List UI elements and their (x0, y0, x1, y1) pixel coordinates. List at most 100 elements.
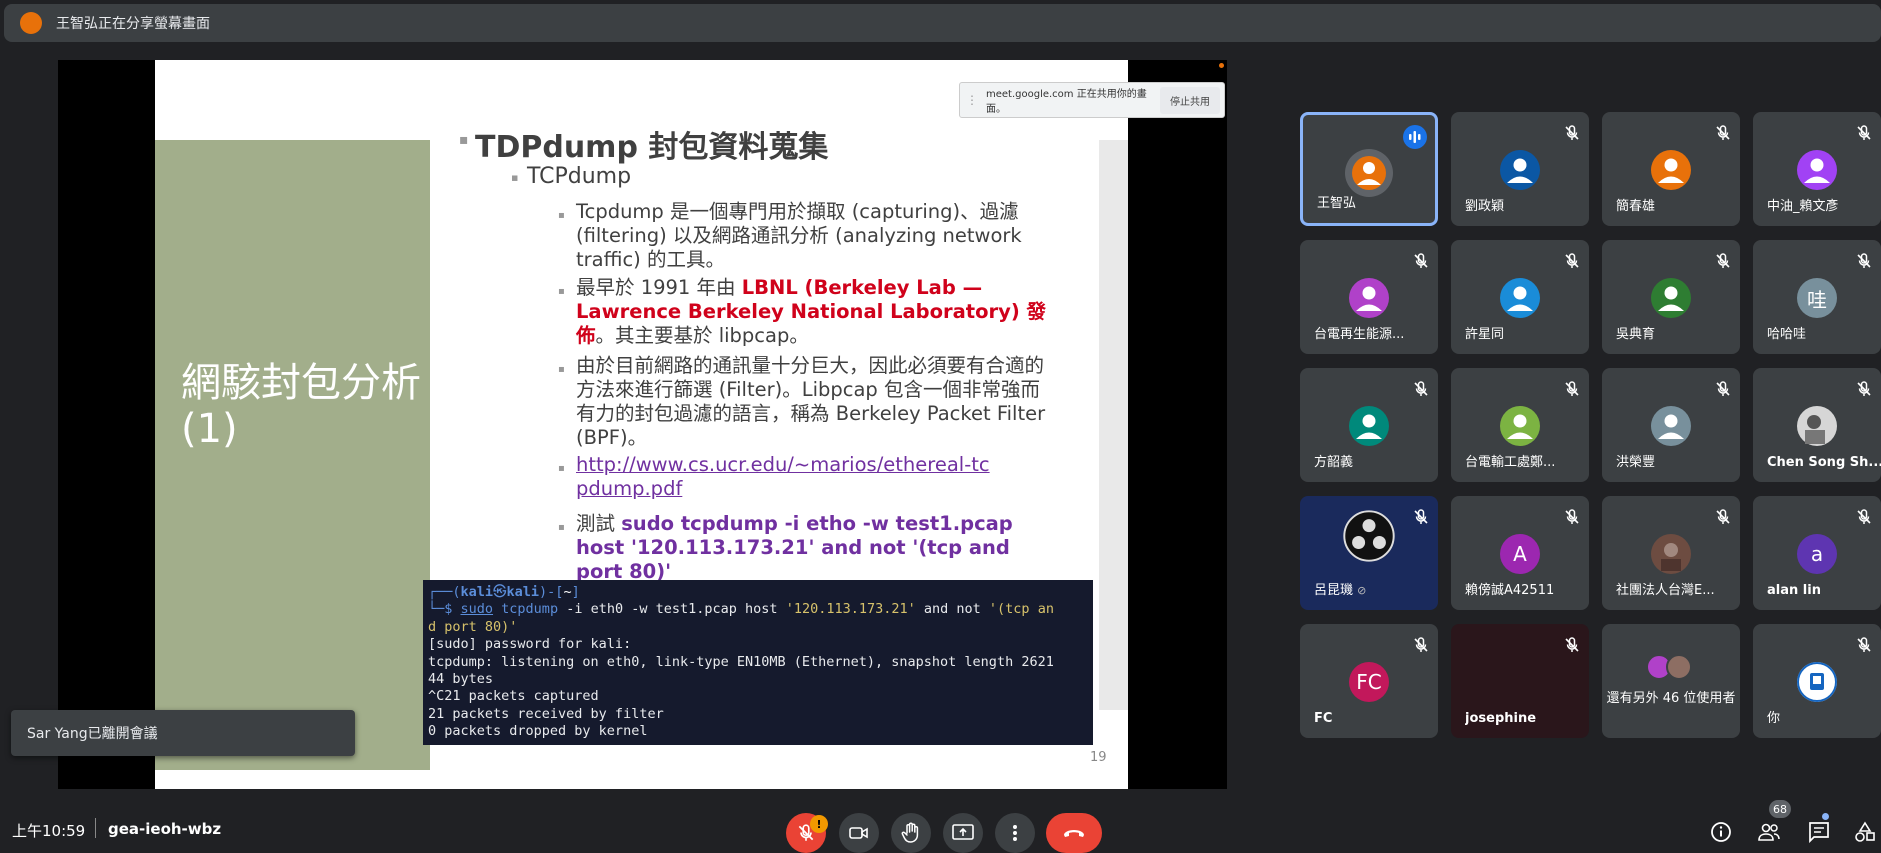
slide-right-strip (1099, 140, 1128, 710)
participant-tile[interactable]: 吳典育 (1602, 240, 1740, 354)
participant-name: 社團法人台灣E... (1616, 583, 1715, 598)
slide-section-panel (155, 140, 430, 770)
person-icon (1651, 150, 1691, 190)
avatar (1500, 406, 1540, 446)
participant-name: 你 (1767, 711, 1781, 726)
participant-name: 哈哈哇 (1767, 327, 1807, 342)
terminal-screenshot: ┌──(kali㉿kali)-[~] └─$ sudo tcpdump -i e… (423, 580, 1093, 745)
avatar: FC (1349, 662, 1389, 702)
mic-alert-badge: ! (810, 815, 828, 833)
participant-tile[interactable]: 呂昆璣 ⊘ (1300, 496, 1438, 610)
slide-link[interactable]: http://www.cs.ucr.edu/~marios/ethereal-t… (576, 453, 990, 500)
person-icon (1349, 406, 1389, 446)
participant-name: 王智弘 (1317, 196, 1357, 211)
participant-tile[interactable]: 哇 哈哈哇 (1753, 240, 1881, 354)
participant-tile[interactable]: 台電輸工處鄭... (1451, 368, 1589, 482)
recording-dot (1219, 63, 1224, 68)
participant-tile[interactable]: 中油_賴文彥 (1753, 112, 1881, 226)
chat-icon (1809, 822, 1829, 843)
participant-tile[interactable]: a alan lin (1753, 496, 1881, 610)
activities-button[interactable] (1851, 818, 1879, 846)
mic-off-icon (1565, 125, 1579, 140)
participant-tile[interactable]: 王智弘 (1300, 112, 1438, 226)
avatar (1349, 278, 1389, 318)
mic-off-icon (1414, 253, 1428, 268)
participant-name: FC (1314, 711, 1333, 726)
meeting-details-button[interactable] (1707, 818, 1735, 846)
mic-off-icon (1565, 637, 1579, 652)
mic-off-icon (1414, 381, 1428, 396)
video-camera-icon (849, 827, 868, 839)
raise-hand-button[interactable] (891, 813, 931, 853)
leave-call-button[interactable] (1046, 813, 1102, 853)
avatar (1349, 406, 1389, 446)
more-options-button[interactable] (995, 813, 1035, 853)
mic-off-icon (1857, 509, 1871, 524)
presenter-banner-text: 王智弘正在分享螢幕畫面 (56, 16, 210, 32)
participant-left-toast: Sar Yang已離開會議 (11, 710, 355, 756)
participant-tile[interactable]: FC FC (1300, 624, 1438, 738)
mic-off-icon (1716, 509, 1730, 524)
mic-off-icon (1857, 125, 1871, 140)
participant-tile[interactable]: A 賴傍誠A42511 (1451, 496, 1589, 610)
participant-tile[interactable]: 台電再生能源... (1300, 240, 1438, 354)
mic-off-icon (1716, 381, 1730, 396)
meeting-code: gea-ieoh-wbz (108, 820, 222, 838)
slide-bullet: ▪ http://www.cs.ucr.edu/~marios/ethereal-… (558, 453, 990, 500)
camera-toggle-button[interactable] (839, 813, 879, 853)
chat-button[interactable] (1805, 818, 1833, 846)
avatar-photo (1651, 534, 1691, 574)
participant-name: 簡春雄 (1616, 199, 1656, 214)
participant-tile[interactable]: 方韶義 (1300, 368, 1438, 482)
screen-share-notification: ⋮ meet.google.com 正在共用你的畫面。 停止共用 (959, 82, 1225, 118)
hang-up-icon (1064, 830, 1084, 837)
more-participants-tile[interactable]: 還有另外 46 位使用者 (1602, 624, 1740, 738)
slide-heading: ▪ TDPdump 封包資料蒐集 (459, 130, 829, 165)
avatar: A (1500, 534, 1540, 574)
slide-bullet: ▪ 測試 sudo tcpdump -i etho -w test1.pcap h… (558, 512, 1013, 583)
slide-page-number: 19 (1090, 750, 1107, 765)
person-icon (1500, 406, 1540, 446)
slide-section-title: 網駭封包分析 (1) (181, 360, 421, 452)
participant-name: josephine (1465, 711, 1537, 726)
stop-sharing-button[interactable]: 停止共用 (1160, 86, 1220, 114)
participant-tile[interactable]: 簡春雄 (1602, 112, 1740, 226)
presenter-banner: 王智弘正在分享螢幕畫面 (4, 4, 1881, 42)
avatar (1651, 150, 1691, 190)
mic-off-icon (1565, 509, 1579, 524)
avatar (1797, 150, 1837, 190)
participants-button[interactable] (1755, 818, 1783, 846)
presentation-stage: 網駭封包分析 (1) ▪ TDPdump 封包資料蒐集 ▪ TCPdump ▪ Tcp… (58, 60, 1227, 789)
participant-tile[interactable]: 社團法人台灣E... (1602, 496, 1740, 610)
person-icon (1500, 278, 1540, 318)
avatar (1500, 278, 1540, 318)
hand-icon (901, 822, 919, 843)
mic-off-icon (1414, 637, 1428, 652)
participant-tile[interactable]: 洪榮豐 (1602, 368, 1740, 482)
share-bar-text: meet.google.com 正在共用你的畫面。 (986, 89, 1147, 115)
participant-tile[interactable]: josephine (1451, 624, 1589, 738)
drag-handle-icon[interactable]: ⋮ (966, 93, 978, 107)
participant-name: 台電輸工處鄭... (1465, 455, 1556, 470)
participant-tile[interactable]: Chen Song Sh... (1753, 368, 1881, 482)
meeting-time: 上午10:59 (12, 822, 86, 840)
mic-off-icon (1857, 637, 1871, 652)
stacked-avatars (1646, 654, 1692, 680)
mic-off-icon (1565, 381, 1579, 396)
avatar: 哇 (1797, 278, 1837, 318)
participant-name: 劉政穎 (1465, 199, 1505, 214)
participant-tile[interactable]: 劉政穎 (1451, 112, 1589, 226)
person-icon (1651, 406, 1691, 446)
present-screen-button[interactable] (943, 813, 983, 853)
participant-tile-self[interactable]: 你 (1753, 624, 1881, 738)
participant-tile[interactable]: 許星同 (1451, 240, 1589, 354)
avatar-self (1797, 662, 1837, 702)
camera-off-icon: ⊘ (1357, 584, 1367, 597)
presenter-avatar (20, 12, 42, 34)
participant-name: 許星同 (1465, 327, 1505, 342)
avatar (1500, 150, 1540, 190)
slide-bullet: ▪ 最早於 1991 年由 LBNL (Berkeley Lab — Lawren… (558, 276, 1047, 347)
slide: 網駭封包分析 (1) ▪ TDPdump 封包資料蒐集 ▪ TCPdump ▪ Tcp… (155, 60, 1128, 789)
divider (95, 818, 96, 838)
avatar-photo (1797, 406, 1837, 446)
